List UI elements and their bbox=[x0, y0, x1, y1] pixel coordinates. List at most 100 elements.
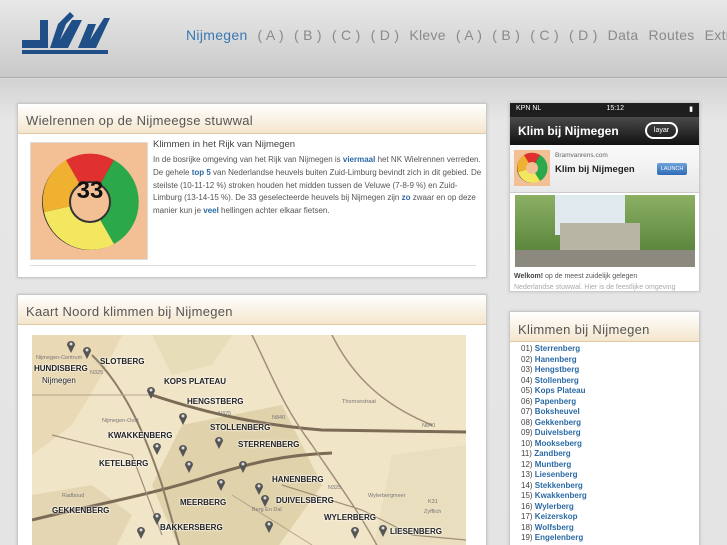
intro-paragraph: In de bosrijke omgeving van het Rijk van… bbox=[153, 155, 482, 216]
app-promo[interactable]: KPN NL 15:12 ▮ Klim bij Nijmegen layar B… bbox=[509, 102, 700, 292]
launch-button[interactable]: LAUNCH bbox=[657, 163, 687, 175]
nav-kleve-d[interactable]: ( D ) bbox=[569, 27, 598, 43]
intro-panel-header: Wielrennen op de Nijmeegse stuwwal bbox=[18, 104, 486, 134]
app-caption: Welkom! op de meest zuidelijk gelegen bbox=[514, 273, 638, 280]
map-pin-icon[interactable] bbox=[66, 339, 76, 353]
nav-nijmegen-c[interactable]: ( C ) bbox=[332, 27, 361, 43]
map-pin-icon[interactable] bbox=[146, 385, 156, 399]
nav-nijmegen-a[interactable]: ( A ) bbox=[258, 27, 284, 43]
map-label-kwakkenberg: KWAKKENBERG bbox=[108, 431, 173, 440]
link-veel[interactable]: veel bbox=[203, 206, 219, 215]
map-panel: Kaart Noord klimmen bij Nijmegen Nijmege… bbox=[17, 294, 487, 545]
carrier-label: KPN NL bbox=[516, 105, 542, 112]
climbs-list-panel: Klimmen bij Nijmegen 01) Sterrenberg 02) … bbox=[509, 311, 700, 545]
map-label-hengstberg: HENGSTBERG bbox=[187, 397, 244, 406]
map-label-ketelberg: KETELBERG bbox=[99, 459, 149, 468]
map-label-zyfflich: Zyfflich bbox=[424, 509, 442, 515]
map-pin-icon[interactable] bbox=[238, 459, 248, 473]
clock-label: 15:12 bbox=[606, 105, 624, 112]
list-item[interactable]: 07) Boksheuvel bbox=[521, 407, 587, 418]
intro-panel: Wielrennen op de Nijmeegse stuwwal 33 Kl… bbox=[17, 103, 487, 278]
list-item[interactable]: 18) Wolfsberg bbox=[521, 523, 587, 534]
map-label-thornsestraat: Thornsestraat bbox=[342, 399, 376, 405]
climbs-list-header: Klimmen bij Nijmegen bbox=[510, 312, 699, 342]
map-pin-icon[interactable] bbox=[214, 435, 224, 449]
nav-kleve-a[interactable]: ( A ) bbox=[456, 27, 482, 43]
climbs-list: 01) Sterrenberg 02) Hanenberg 03) Hengstbe… bbox=[521, 344, 587, 544]
map-label-hundisberg: HUNDISBERG bbox=[34, 364, 88, 373]
gauge-value: 33 bbox=[76, 177, 104, 204]
list-item[interactable]: 19) Engelenberg bbox=[521, 533, 587, 544]
list-item[interactable]: 14) Stekkenberg bbox=[521, 481, 587, 492]
list-item[interactable]: 04) Stollenberg bbox=[521, 376, 587, 387]
banner-title: Klim bij Nijmegen bbox=[518, 124, 619, 138]
map-pin-icon[interactable] bbox=[216, 477, 226, 491]
list-item[interactable]: 15) Kwakkenberg bbox=[521, 491, 587, 502]
map-pin-icon[interactable] bbox=[350, 525, 360, 539]
map-pin-icon[interactable] bbox=[260, 493, 270, 507]
map-label-nijmegen: Nijmegen bbox=[42, 376, 76, 385]
map-label-nijmegen-centrum: Nijmegen-Centrum bbox=[36, 355, 83, 361]
list-item[interactable]: 13) Liesenberg bbox=[521, 470, 587, 481]
map-label-nijmegen-oost: Nijmegen-Oost bbox=[102, 418, 139, 424]
map-label-stollenberg: STOLLENBERG bbox=[210, 423, 271, 432]
list-item[interactable]: 03) Hengstberg bbox=[521, 365, 587, 376]
list-item[interactable]: 11) Zandberg bbox=[521, 449, 587, 460]
nav-nijmegen-b[interactable]: ( B ) bbox=[294, 27, 322, 43]
list-item[interactable]: 02) Hanenberg bbox=[521, 355, 587, 366]
app-site: Bramvanrens.com bbox=[555, 152, 608, 159]
link-top5[interactable]: top 5 bbox=[192, 168, 211, 177]
climbs-list-title: Klimmen bij Nijmegen bbox=[518, 322, 650, 337]
map-pin-icon[interactable] bbox=[178, 411, 188, 425]
list-item[interactable]: 16) Wylerberg bbox=[521, 502, 587, 513]
map-pin-icon[interactable] bbox=[152, 511, 162, 525]
main-nav: Nijmegen ( A ) ( B ) ( C ) ( D ) Kleve (… bbox=[186, 27, 727, 43]
list-item[interactable]: 17) Keizerskop bbox=[521, 512, 587, 523]
map-label-sterrenberg: STERRENBERG bbox=[238, 440, 300, 449]
map-pin-icon[interactable] bbox=[136, 525, 146, 539]
map-label-wylerberg: WYLERBERG bbox=[324, 513, 376, 522]
list-item[interactable]: 09) Duivelsberg bbox=[521, 428, 587, 439]
kbn-logo[interactable] bbox=[18, 10, 113, 58]
map-label-slotberg: SLOTBERG bbox=[100, 357, 145, 366]
map-label-meerberg: MEERBERG bbox=[180, 498, 227, 507]
site-header: Nijmegen ( A ) ( B ) ( C ) ( D ) Kleve (… bbox=[0, 0, 727, 78]
nav-kleve-c[interactable]: ( C ) bbox=[530, 27, 559, 43]
map-label-hanenberg: HANENBERG bbox=[272, 475, 324, 484]
map-label-radboud: Radboud bbox=[62, 493, 85, 499]
map-pin-icon[interactable] bbox=[378, 523, 388, 537]
list-item[interactable]: 10) Mookseberg bbox=[521, 439, 587, 450]
nav-nijmegen[interactable]: Nijmegen bbox=[186, 27, 248, 43]
nav-data[interactable]: Data bbox=[608, 27, 639, 43]
map-label-kops-plateau: KOPS PLATEAU bbox=[164, 377, 227, 386]
map-pin-icon[interactable] bbox=[264, 519, 274, 533]
nav-kleve-b[interactable]: ( B ) bbox=[492, 27, 520, 43]
list-item[interactable]: 06) Papenberg bbox=[521, 397, 587, 408]
map-pin-icon[interactable] bbox=[152, 441, 162, 455]
climbs-map[interactable]: Nijmegen-Centrum HUNDISBERG Nijmegen SLO… bbox=[32, 335, 466, 545]
list-item[interactable]: 05) Kops Plateau bbox=[521, 386, 587, 397]
map-label-n325-west: N325 bbox=[90, 370, 104, 376]
map-label-k31: K31 bbox=[428, 499, 438, 505]
list-item[interactable]: 01) Sterrenberg bbox=[521, 344, 587, 355]
list-item[interactable]: 08) Gekkenberg bbox=[521, 418, 587, 429]
nav-extra[interactable]: Extra bbox=[705, 27, 727, 43]
intro-title: Wielrennen op de Nijmeegse stuwwal bbox=[26, 113, 253, 128]
difficulty-gauge: 33 bbox=[30, 142, 148, 260]
nav-nijmegen-d[interactable]: ( D ) bbox=[371, 27, 400, 43]
app-name: Klim bij Nijmegen bbox=[555, 164, 635, 175]
map-label-n840: N840 bbox=[272, 415, 286, 421]
nav-routes[interactable]: Routes bbox=[648, 27, 694, 43]
app-caption-faded: Nederlandse stuwwal. Hier is de feestlij… bbox=[514, 284, 676, 291]
map-pin-icon[interactable] bbox=[178, 443, 188, 457]
link-viermaal[interactable]: viermaal bbox=[343, 155, 375, 164]
nav-kleve[interactable]: Kleve bbox=[409, 27, 446, 43]
intro-subtitle: Klimmen in het Rijk van Nijmegen bbox=[153, 139, 296, 150]
list-item[interactable]: 12) Muntberg bbox=[521, 460, 587, 471]
map-label-n840-east: N840 bbox=[422, 423, 436, 429]
map-label-wylerbergmeer: Wylerbergmeer bbox=[368, 493, 406, 499]
map-pin-icon[interactable] bbox=[184, 459, 194, 473]
map-label-berg-en-dal: Berg En Dal bbox=[252, 507, 282, 513]
battery-icon: ▮ bbox=[689, 106, 693, 113]
map-pin-icon[interactable] bbox=[82, 345, 92, 359]
